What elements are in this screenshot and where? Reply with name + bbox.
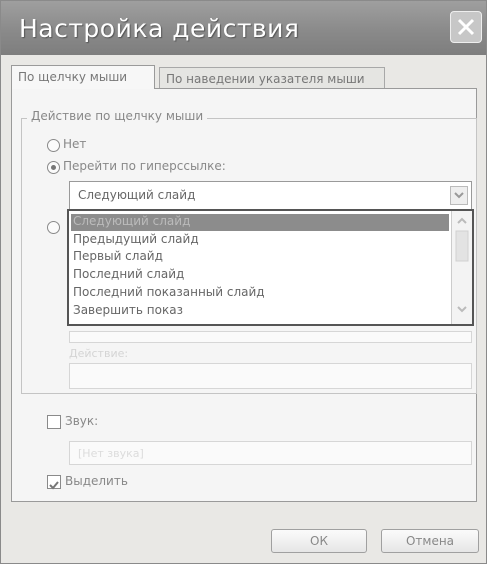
- radio-hyperlink-label: Перейти по гиперссылке:: [63, 159, 226, 173]
- select-arrow-button[interactable]: [450, 186, 468, 205]
- action-settings-dialog: Настройка действия По щелчку мыши По нав…: [0, 0, 487, 564]
- checkmark-icon: [49, 481, 59, 490]
- list-item[interactable]: Первый слайд: [71, 249, 163, 266]
- scroll-arrows-icon: [455, 217, 469, 313]
- sound-select-value: [Нет звука]: [78, 447, 144, 460]
- list-item[interactable]: Следующий слайд: [71, 214, 449, 231]
- sound-select[interactable]: [Нет звука]: [69, 441, 472, 465]
- program-field[interactable]: [69, 331, 472, 343]
- list-item[interactable]: Предыдущий слайд: [71, 232, 199, 249]
- list-item[interactable]: Завершить показ: [71, 303, 183, 320]
- action-field[interactable]: [69, 363, 472, 389]
- list-scrollbar[interactable]: [451, 211, 472, 324]
- title-bar[interactable]: Настройка действия: [1, 1, 486, 55]
- hyperlink-select-value: Следующий слайд: [78, 188, 196, 202]
- radio-hyperlink[interactable]: [47, 161, 60, 174]
- radio-run-program[interactable]: [47, 221, 60, 234]
- dialog-title: Настройка действия: [19, 14, 300, 43]
- radio-none-label: Нет: [63, 137, 87, 151]
- close-icon: [457, 18, 475, 36]
- chevron-down-icon: [454, 192, 464, 199]
- action-field-label: Действие:: [69, 347, 129, 360]
- sound-checkbox[interactable]: [47, 415, 61, 429]
- ok-button[interactable]: ОК: [271, 529, 367, 553]
- highlight-checkbox[interactable]: [47, 475, 61, 490]
- hyperlink-dropdown-list[interactable]: Следующий слайд Предыдущий слайд Первый …: [67, 209, 474, 326]
- action-group-label: Действие по щелчку мыши: [27, 109, 208, 123]
- highlight-label: Выделить: [65, 474, 128, 488]
- list-item[interactable]: Последний слайд: [71, 267, 184, 284]
- sound-label: Звук:: [65, 414, 99, 428]
- tab-mouse-over[interactable]: По наведении указателя мыши: [159, 67, 385, 88]
- hyperlink-select[interactable]: Следующий слайд: [69, 181, 472, 210]
- cancel-button[interactable]: Отмена: [381, 529, 479, 553]
- list-item[interactable]: Последний показанный слайд: [71, 285, 265, 302]
- tab-mouse-click[interactable]: По щелчку мыши: [11, 65, 155, 89]
- close-button[interactable]: [450, 11, 482, 43]
- radio-none[interactable]: [47, 139, 60, 152]
